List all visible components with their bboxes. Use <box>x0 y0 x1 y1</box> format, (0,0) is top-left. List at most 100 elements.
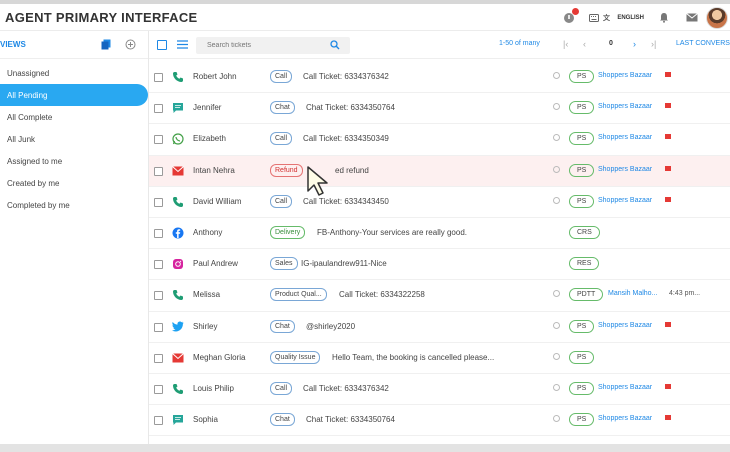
table-row[interactable]: Elizabeth Call Call Ticket: 6334350349 PS Sh… <box>149 124 730 156</box>
ticket-subject[interactable]: FB-Anthony-Your services are really good… <box>317 228 467 237</box>
prev-page-icon[interactable]: ‹ <box>583 39 586 49</box>
company-name[interactable]: Shoppers Bazaar <box>598 197 652 204</box>
ticket-subject[interactable]: Call Ticket: 6334376342 <box>303 72 389 81</box>
user-avatar[interactable] <box>706 6 728 29</box>
customer-name[interactable]: Robert John <box>193 72 237 81</box>
flag-icon[interactable] <box>665 321 671 327</box>
row-checkbox[interactable] <box>154 166 163 176</box>
ticket-subject[interactable]: IG-ipaulandrew911-Nice <box>301 259 387 268</box>
customer-name[interactable]: Shirley <box>193 322 217 331</box>
row-checkbox[interactable] <box>154 228 163 238</box>
ticket-subject[interactable]: ed refund <box>335 166 369 175</box>
info-icon[interactable] <box>553 72 560 79</box>
ticket-subject[interactable]: Call Ticket: 6334343450 <box>303 197 389 206</box>
row-checkbox[interactable] <box>154 416 163 426</box>
row-checkbox[interactable] <box>154 104 163 114</box>
sidebar-item-all-complete[interactable]: All Complete <box>0 106 148 128</box>
company-name[interactable]: Shoppers Bazaar <box>598 415 652 422</box>
flag-icon[interactable] <box>665 103 671 109</box>
last-page-icon[interactable]: ›| <box>651 39 656 49</box>
customer-name[interactable]: Louis Philip <box>193 384 234 393</box>
sidebar-item-all-pending[interactable]: All Pending <box>0 84 148 106</box>
ticket-subject[interactable]: Call Ticket: 6334322258 <box>339 290 425 299</box>
add-view-icon[interactable] <box>125 39 136 50</box>
flag-icon[interactable] <box>665 72 671 77</box>
flag-icon[interactable] <box>665 196 671 202</box>
first-page-icon[interactable]: |‹ <box>563 39 568 49</box>
ticket-subject[interactable]: @shirley2020 <box>306 322 355 331</box>
list-menu-icon[interactable] <box>177 40 188 49</box>
customer-name[interactable]: Elizabeth <box>193 134 226 143</box>
row-checkbox[interactable] <box>154 353 163 363</box>
next-page-icon[interactable]: › <box>633 39 636 49</box>
ticket-tag: Chat <box>270 319 295 333</box>
row-checkbox[interactable] <box>154 322 163 332</box>
row-checkbox[interactable] <box>154 197 163 207</box>
customer-name[interactable]: Sophia <box>193 415 218 424</box>
company-name[interactable]: Shoppers Bazaar <box>598 103 652 110</box>
flag-icon[interactable] <box>665 383 671 389</box>
search-icon[interactable] <box>330 40 340 50</box>
company-name[interactable]: Shoppers Bazaar <box>598 72 652 79</box>
last-conversation-column[interactable]: LAST CONVERS <box>676 40 730 47</box>
info-icon[interactable] <box>553 383 560 391</box>
info-icon[interactable] <box>553 290 560 298</box>
info-icon[interactable] <box>553 103 560 111</box>
customer-name[interactable]: Intan Nehra <box>193 166 235 175</box>
ticket-subject[interactable]: Chat Ticket: 6334350764 <box>306 103 395 112</box>
sidebar-item-all-junk[interactable]: All Junk <box>0 128 148 150</box>
flag-icon[interactable] <box>665 134 671 140</box>
copy-icon[interactable] <box>101 39 111 50</box>
row-checkbox[interactable] <box>154 135 163 145</box>
row-checkbox[interactable] <box>154 73 163 82</box>
customer-name[interactable]: Anthony <box>193 228 222 237</box>
sidebar-item-completed-by-me[interactable]: Completed by me <box>0 194 148 216</box>
ticket-subject[interactable]: Call Ticket: 6334350349 <box>303 134 389 143</box>
table-row[interactable]: Intan Nehra Refund ed refund PS Shoppers Baz… <box>149 155 730 187</box>
info-icon[interactable] <box>553 134 560 142</box>
table-row[interactable]: Robert John Call Call Ticket: 6334376342 PS… <box>149 62 730 94</box>
info-icon[interactable] <box>553 165 560 173</box>
table-row[interactable]: Louis Philip Call Call Ticket: 6334376342 P… <box>149 374 730 406</box>
info-icon[interactable] <box>553 321 560 329</box>
table-row[interactable]: Shirley Chat @shirley2020 PS Shoppers Bazaar <box>149 312 730 343</box>
ticket-subject[interactable]: Chat Ticket: 6334350764 <box>306 415 395 424</box>
flag-icon[interactable] <box>665 165 671 171</box>
info-icon[interactable] <box>553 352 560 360</box>
mail-icon[interactable] <box>683 9 701 27</box>
flag-icon[interactable] <box>665 415 671 421</box>
row-checkbox[interactable] <box>154 291 163 301</box>
table-row[interactable]: Melissa Product Qual... Call Ticket: 63343… <box>149 280 730 312</box>
row-checkbox[interactable] <box>154 260 163 270</box>
table-row[interactable]: Meghan Gloria Quality Issue Hello Team, th… <box>149 343 730 374</box>
table-row[interactable]: Sophia Chat Chat Ticket: 6334350764 PS Shopp… <box>149 405 730 437</box>
table-row[interactable]: Paul Andrew Sales IG-ipaulandrew911-Nice RE… <box>149 249 730 281</box>
company-name[interactable]: Shoppers Bazaar <box>598 166 652 173</box>
company-name[interactable]: Shoppers Bazaar <box>598 322 652 329</box>
bell-icon[interactable] <box>655 9 673 27</box>
search-bar[interactable] <box>196 37 350 54</box>
search-input[interactable] <box>207 42 327 49</box>
customer-name[interactable]: Paul Andrew <box>193 259 238 268</box>
select-all-checkbox[interactable] <box>157 40 167 50</box>
company-name[interactable]: Shoppers Bazaar <box>598 384 652 391</box>
sidebar-item-created-by-me[interactable]: Created by me <box>0 172 148 194</box>
company-name[interactable]: Shoppers Bazaar <box>598 134 652 141</box>
table-row[interactable]: David William Call Call Ticket: 6334343450… <box>149 187 730 218</box>
table-row[interactable]: Anthony Delivery FB-Anthony-Your services … <box>149 218 730 250</box>
customer-name[interactable]: Melissa <box>193 290 220 299</box>
language-selector[interactable]: 文 ENGLISH <box>589 13 644 22</box>
table-row[interactable]: Jennifer Chat Chat Ticket: 6334350764 PS Sho… <box>149 93 730 125</box>
row-checkbox[interactable] <box>154 384 163 394</box>
notification-alert-icon[interactable] <box>560 7 580 27</box>
customer-name[interactable]: Meghan Gloria <box>193 353 245 362</box>
company-name[interactable]: Mansih Malho... <box>608 290 657 297</box>
customer-name[interactable]: Jennifer <box>193 103 221 112</box>
info-icon[interactable] <box>553 196 560 204</box>
sidebar-item-unassigned[interactable]: Unassigned <box>0 62 148 84</box>
customer-name[interactable]: David William <box>193 197 241 206</box>
info-icon[interactable] <box>553 415 560 423</box>
ticket-subject[interactable]: Hello Team, the booking is cancelled ple… <box>332 353 494 362</box>
ticket-subject[interactable]: Call Ticket: 6334376342 <box>303 384 389 393</box>
sidebar-item-assigned-to-me[interactable]: Assigned to me <box>0 150 148 172</box>
